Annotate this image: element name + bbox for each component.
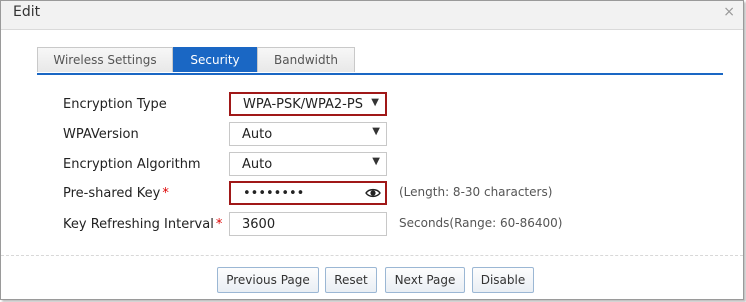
dialog-titlebar: Edit × (1, 1, 743, 30)
encryption-type-value: WPA-PSK/WPA2-PS (243, 96, 363, 112)
pre-shared-key-label-text: Pre-shared Key (63, 185, 161, 201)
next-page-button[interactable]: Next Page (385, 267, 465, 293)
pre-shared-key-hint: (Length: 8-30 characters) (399, 185, 553, 199)
pre-shared-key-label: Pre-shared Key * (63, 186, 229, 201)
eye-icon[interactable] (365, 185, 381, 201)
tab-security[interactable]: Security (173, 47, 257, 72)
reset-button[interactable]: Reset (325, 267, 377, 293)
encryption-algorithm-row: Encryption Algorithm (63, 152, 229, 176)
encryption-type-row: Encryption Type (63, 92, 229, 116)
key-refresh-input[interactable]: 3600 (229, 212, 387, 236)
tab-wireless-settings[interactable]: Wireless Settings (37, 47, 173, 72)
wpa-version-label: WPAVersion (63, 126, 139, 142)
tab-bar: Wireless Settings Security Bandwidth (37, 47, 723, 75)
key-refresh-hint: Seconds(Range: 60-86400) (399, 216, 563, 230)
encryption-type-label: Encryption Type (63, 96, 167, 112)
chevron-down-icon: ▼ (372, 156, 380, 167)
pre-shared-key-value: •••••••• (243, 185, 305, 201)
key-refresh-value: 3600 (242, 216, 276, 232)
disable-button[interactable]: Disable (472, 267, 534, 293)
close-icon[interactable]: × (723, 4, 735, 20)
dialog-title: Edit (13, 4, 41, 20)
required-mark: * (215, 216, 223, 232)
encryption-type-select[interactable]: WPA-PSK/WPA2-PS ▼ (229, 92, 387, 116)
encryption-algorithm-value: Auto (242, 156, 273, 172)
wpa-version-select[interactable]: Auto ▼ (229, 122, 387, 146)
encryption-algorithm-label: Encryption Algorithm (63, 156, 201, 172)
pre-shared-key-input[interactable]: •••••••• (229, 181, 387, 205)
previous-page-button[interactable]: Previous Page (217, 267, 319, 293)
wpa-version-value: Auto (242, 126, 273, 142)
key-refresh-label-text: Key Refreshing Interval (63, 216, 214, 232)
chevron-down-icon: ▼ (371, 97, 379, 108)
encryption-algorithm-select[interactable]: Auto ▼ (229, 152, 387, 176)
key-refresh-label: Key Refreshing Interval * (63, 217, 229, 232)
footer-divider (1, 255, 743, 256)
chevron-down-icon: ▼ (372, 126, 380, 137)
pre-shared-key-row: Pre-shared Key * (63, 181, 229, 205)
wpa-version-row: WPAVersion (63, 122, 229, 146)
required-mark: * (162, 185, 169, 201)
edit-dialog: Edit × Wireless Settings Security Bandwi… (0, 0, 744, 300)
key-refresh-row: Key Refreshing Interval * (63, 212, 229, 236)
tab-bandwidth[interactable]: Bandwidth (257, 47, 355, 72)
